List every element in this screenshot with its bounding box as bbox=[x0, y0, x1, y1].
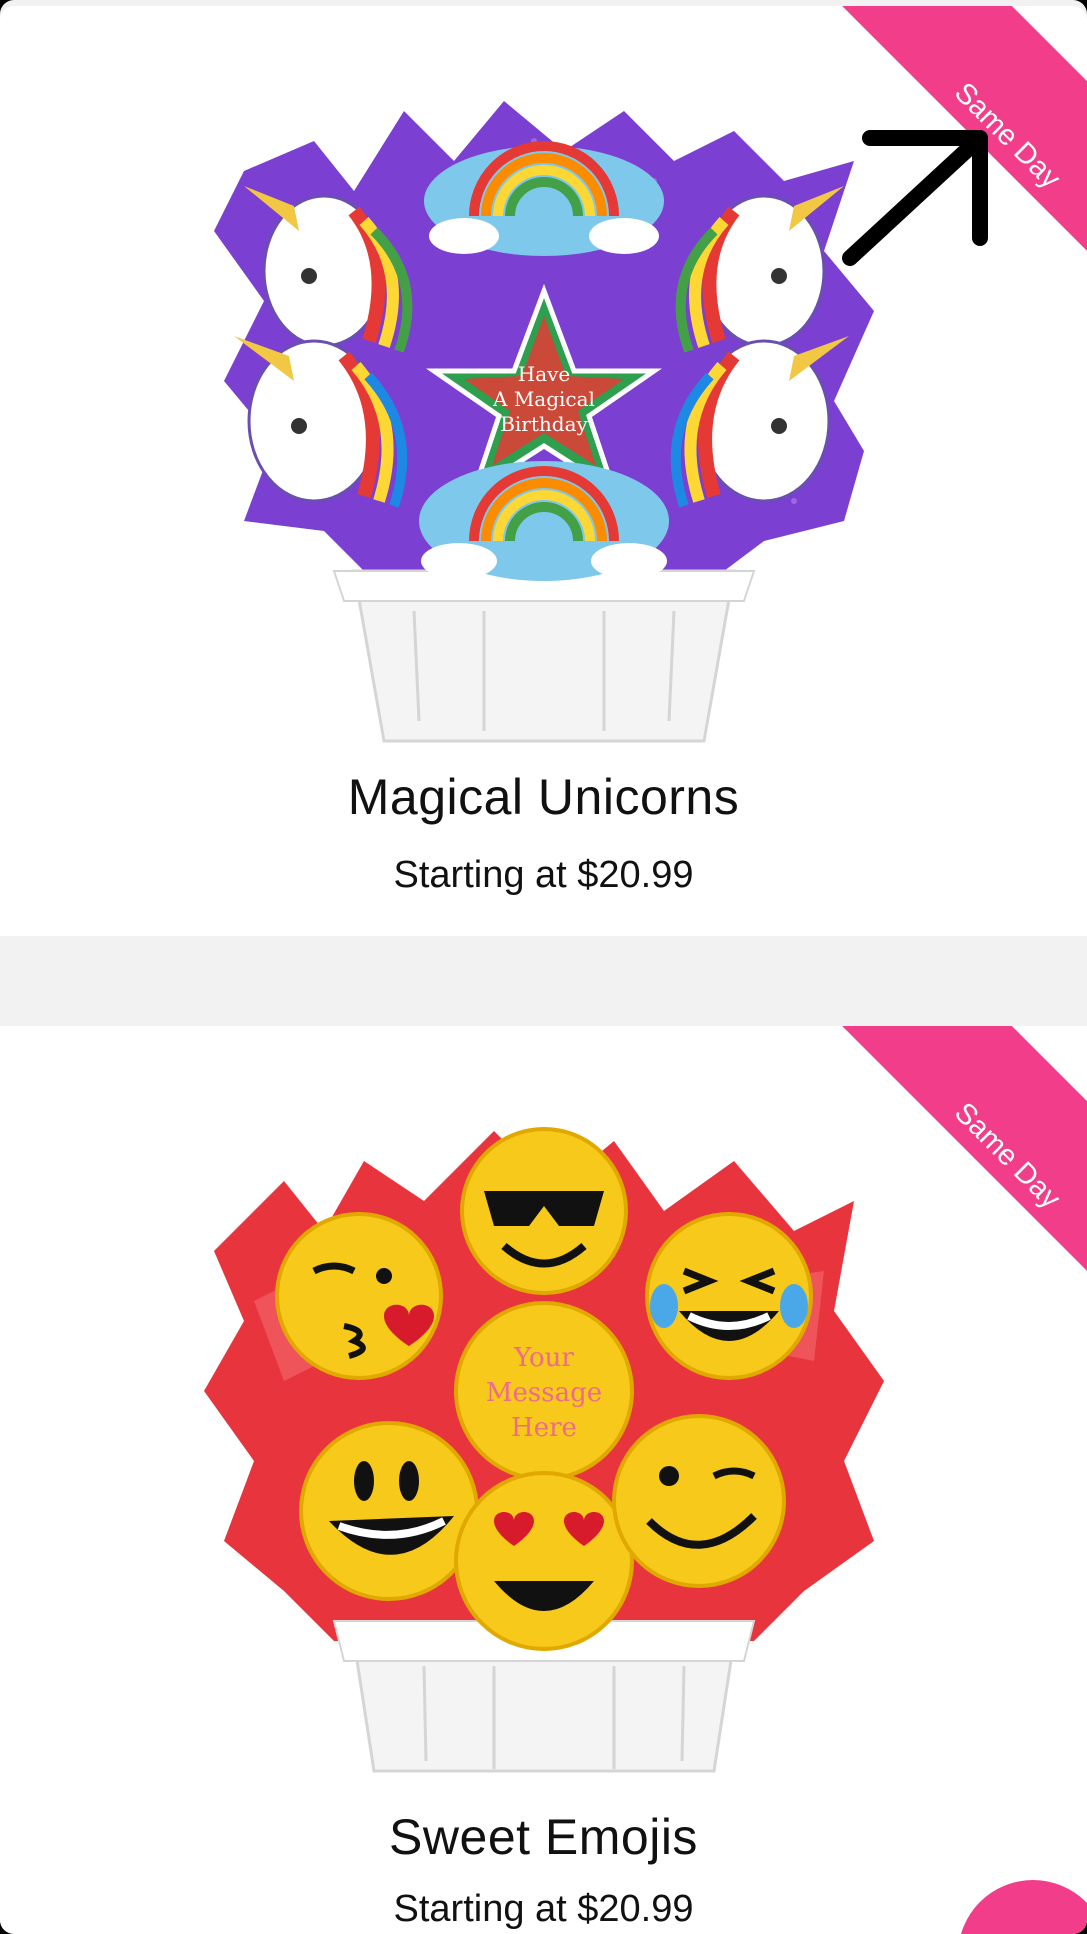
product-image[interactable]: Your Message Here bbox=[194, 1121, 894, 1781]
heart-eyes-emoji-cookie bbox=[453, 1471, 634, 1651]
svg-text:A Magical: A Magical bbox=[492, 387, 595, 411]
product-card[interactable]: Same Day bbox=[0, 1026, 1087, 1934]
product-price: Starting at $20.99 bbox=[393, 1888, 694, 1930]
svg-text:Birthday: Birthday bbox=[500, 412, 588, 436]
wink-emoji-cookie bbox=[611, 1414, 786, 1588]
product-image[interactable]: Have A Magical Birthday bbox=[204, 101, 884, 751]
svg-text:Have: Have bbox=[517, 362, 570, 386]
product-name[interactable]: Magical Unicorns bbox=[0, 768, 1087, 826]
laughing-emoji-cookie bbox=[644, 1212, 813, 1380]
arrow-up-right-icon bbox=[842, 130, 988, 266]
same-day-badge-label: Same Day bbox=[948, 1096, 1067, 1215]
svg-text:Message: Message bbox=[485, 1378, 601, 1408]
smile-emoji-cookie bbox=[298, 1421, 479, 1601]
kiss-emoji-cookie bbox=[274, 1212, 443, 1380]
product-name[interactable]: Sweet Emojis bbox=[0, 1808, 1087, 1866]
svg-text:Here: Here bbox=[511, 1413, 577, 1443]
sunglasses-emoji-cookie bbox=[459, 1127, 628, 1295]
message-cookie: Your Message Here bbox=[453, 1301, 634, 1481]
rainbow-cloud-cookie bbox=[418, 461, 669, 581]
rainbow-cloud-cookie bbox=[423, 141, 664, 256]
product-list-screen: Same Day Have A Magical Birthday Magical… bbox=[0, 0, 1087, 1934]
product-price: Starting at $20.99 bbox=[393, 854, 694, 896]
svg-text:Your: Your bbox=[513, 1343, 574, 1373]
